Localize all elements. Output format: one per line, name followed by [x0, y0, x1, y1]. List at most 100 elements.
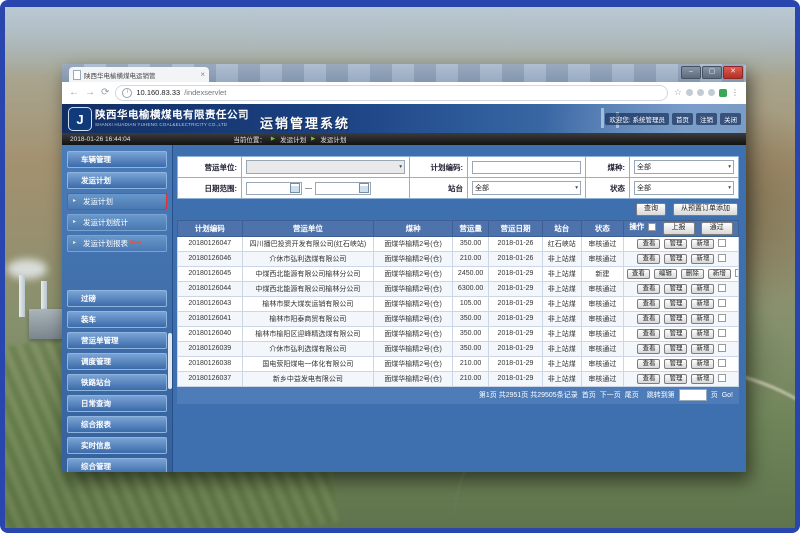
pagination-link[interactable]: 尾页: [625, 392, 639, 399]
row-action-button[interactable]: 新增: [691, 284, 714, 294]
sidebar-item-9[interactable]: 铁路站台: [67, 374, 167, 391]
row-action-button[interactable]: 新增: [708, 269, 731, 279]
jump-page-input[interactable]: [679, 389, 707, 401]
sidebar-item-0[interactable]: 车辆管理: [67, 151, 167, 168]
query-button[interactable]: 查询: [636, 203, 666, 216]
row-action-button[interactable]: 新增: [691, 254, 714, 264]
extension-icon[interactable]: [686, 89, 693, 96]
plan-table: 计划编码 营运单位 煤种 营运量 营运日期 站台 状态 操作 上: [177, 220, 739, 387]
report-button[interactable]: 上报: [663, 222, 695, 235]
browser-menu-icon[interactable]: ⋮: [731, 88, 739, 97]
bookmark-star-icon[interactable]: ☆: [674, 87, 682, 98]
sidebar-item-2[interactable]: ▸发运计划: [67, 193, 167, 210]
row-action-button[interactable]: 管理: [664, 329, 687, 339]
row-action-button[interactable]: 管理: [664, 254, 687, 264]
sidebar-item-13[interactable]: 综合管理: [67, 458, 167, 472]
cell-status: 新建: [581, 266, 623, 281]
sidebar-item-3[interactable]: ▸发运计划统计: [67, 214, 167, 231]
date-from-input[interactable]: [246, 182, 302, 195]
sidebar-item-1[interactable]: 发运计划: [67, 172, 167, 189]
pagination-link[interactable]: 首页: [582, 392, 596, 399]
extension-green-icon[interactable]: [719, 89, 727, 97]
add-from-preset-button[interactable]: 从预置订单添加: [673, 203, 738, 216]
sidebar-item-4[interactable]: ▸发运计划报表New: [67, 235, 167, 252]
row-checkbox[interactable]: [718, 299, 726, 307]
forward-icon[interactable]: →: [85, 88, 95, 98]
row-checkbox[interactable]: [718, 254, 726, 262]
approve-button[interactable]: 通过: [701, 222, 733, 235]
row-checkbox[interactable]: [718, 374, 726, 382]
browser-tab[interactable]: 陕西华电榆横煤电运销管 ×: [69, 67, 209, 82]
tab-close-icon[interactable]: ×: [200, 71, 205, 79]
breadcrumb-item[interactable]: 发运计划: [320, 134, 346, 144]
row-action-button[interactable]: 新增: [691, 299, 714, 309]
pagination-link[interactable]: 下一页: [600, 392, 621, 399]
row-action-button[interactable]: 新增: [691, 374, 714, 384]
row-action-button[interactable]: 删除: [681, 269, 704, 279]
sidebar-item-11[interactable]: 综合报表: [67, 416, 167, 433]
breadcrumb-item[interactable]: 发运计划: [280, 134, 306, 144]
nav-home-link[interactable]: 首页: [672, 113, 693, 125]
calendar-icon[interactable]: [359, 183, 369, 193]
nav-logout-link[interactable]: 注销: [696, 113, 717, 125]
row-action-button[interactable]: 新增: [691, 239, 714, 249]
date-to-input[interactable]: [315, 182, 371, 195]
cell-station: 非上站煤: [542, 371, 581, 386]
sidebar-item-10[interactable]: 日常查询: [67, 395, 167, 412]
station-select[interactable]: 全部▾: [472, 181, 581, 195]
row-action-button[interactable]: 查看: [637, 374, 660, 384]
row-checkbox[interactable]: [718, 314, 726, 322]
row-action-button[interactable]: 新增: [691, 329, 714, 339]
row-checkbox[interactable]: [718, 329, 726, 337]
extension-icon[interactable]: [697, 89, 704, 96]
nav-close-link[interactable]: 关闭: [720, 113, 741, 125]
site-info-icon[interactable]: i: [122, 88, 132, 98]
row-action-button[interactable]: 查看: [627, 269, 650, 279]
select-all-checkbox[interactable]: [648, 223, 656, 231]
back-icon[interactable]: ←: [69, 88, 79, 98]
unit-select[interactable]: ▾: [246, 160, 405, 174]
sidebar-item-8[interactable]: 调度管理: [67, 353, 167, 370]
row-checkbox[interactable]: [718, 359, 726, 367]
row-action-button[interactable]: 查看: [637, 284, 660, 294]
row-action-button[interactable]: 管理: [664, 299, 687, 309]
row-action-button[interactable]: 编辑: [654, 269, 677, 279]
row-action-button[interactable]: 查看: [637, 254, 660, 264]
row-action-button[interactable]: 查看: [637, 344, 660, 354]
row-checkbox[interactable]: [735, 269, 739, 277]
row-action-button[interactable]: 管理: [664, 374, 687, 384]
minimize-button[interactable]: –: [681, 66, 701, 79]
sidebar-item-5[interactable]: 过磅: [67, 290, 167, 307]
go-button[interactable]: Go!: [722, 392, 733, 399]
maximize-button[interactable]: ▢: [702, 66, 722, 79]
row-action-button[interactable]: 管理: [664, 239, 687, 249]
row-checkbox[interactable]: [718, 284, 726, 292]
sidebar-scrollbar[interactable]: [168, 333, 172, 389]
row-action-button[interactable]: 管理: [664, 344, 687, 354]
extension-icon[interactable]: [708, 89, 715, 96]
close-button[interactable]: ✕: [723, 66, 743, 79]
sidebar-item-12[interactable]: 实时信息: [67, 437, 167, 454]
url-input[interactable]: i 10.160.83.33/indexservlet: [115, 85, 668, 101]
row-checkbox[interactable]: [718, 344, 726, 352]
row-action-button[interactable]: 查看: [637, 314, 660, 324]
row-action-button[interactable]: 查看: [637, 329, 660, 339]
row-action-button[interactable]: 新增: [691, 359, 714, 369]
sidebar-item-6[interactable]: 装车: [67, 311, 167, 328]
row-checkbox[interactable]: [718, 239, 726, 247]
row-action-button[interactable]: 管理: [664, 359, 687, 369]
row-action-button[interactable]: 新增: [691, 314, 714, 324]
row-action-button[interactable]: 查看: [637, 299, 660, 309]
calendar-icon[interactable]: [290, 183, 300, 193]
row-action-button[interactable]: 查看: [637, 239, 660, 249]
sidebar-item-7[interactable]: 营运单管理: [67, 332, 167, 349]
row-action-button[interactable]: 新增: [691, 344, 714, 354]
row-action-button[interactable]: 管理: [664, 284, 687, 294]
coal-select[interactable]: 全部▾: [634, 160, 734, 174]
status-select[interactable]: 全部▾: [634, 181, 734, 195]
refresh-icon[interactable]: ⟳: [101, 88, 109, 98]
row-action-button[interactable]: 查看: [637, 359, 660, 369]
company-name-block: 陕西华电榆横煤电有限责任公司 SHANXI HUADIAN YUHENG COA…: [95, 107, 249, 127]
row-action-button[interactable]: 管理: [664, 314, 687, 324]
plan-code-input[interactable]: [472, 161, 581, 174]
